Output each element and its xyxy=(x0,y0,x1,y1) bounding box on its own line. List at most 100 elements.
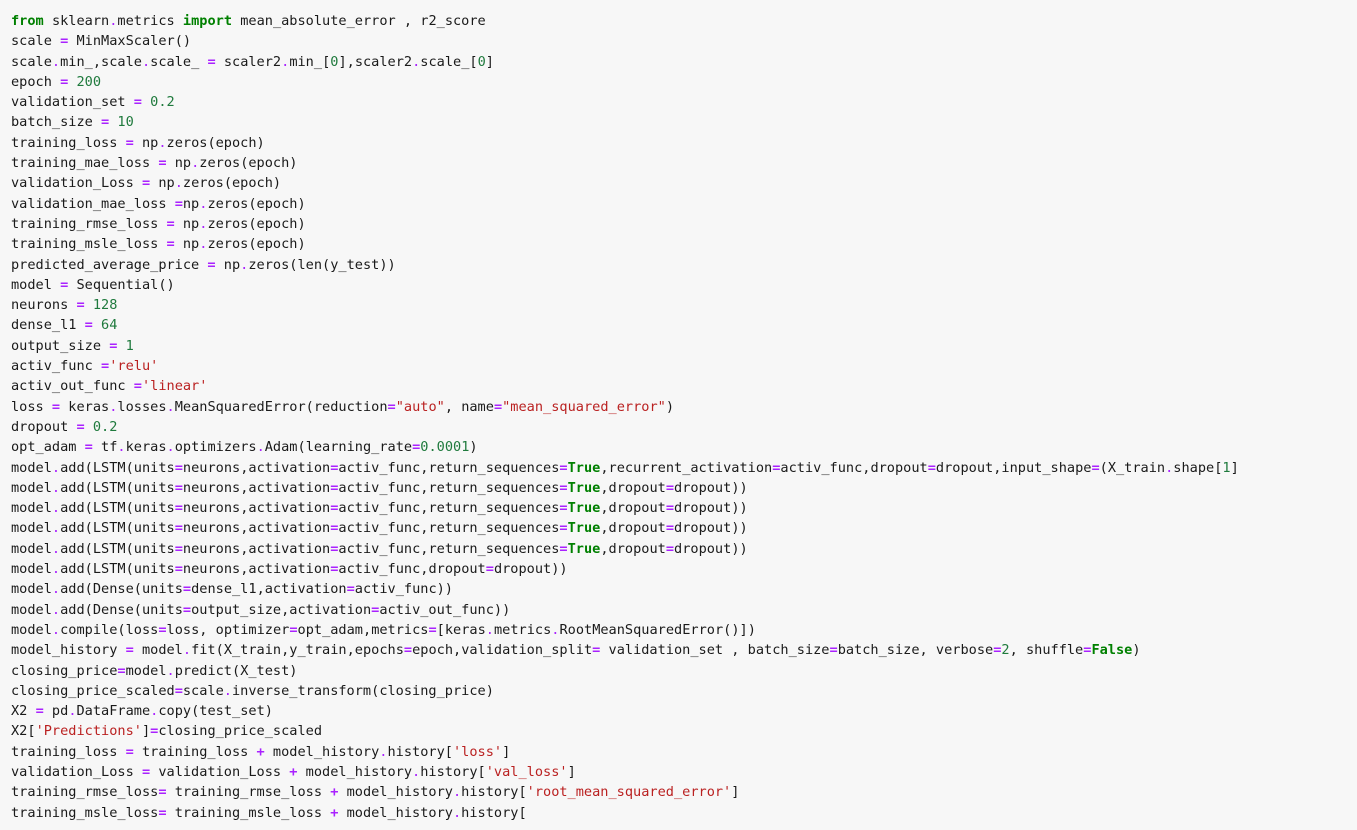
code-token: ( xyxy=(322,256,331,273)
code-line[interactable]: activ_func ='relu' xyxy=(11,356,1357,376)
code-token: = xyxy=(559,479,568,496)
code-token: = xyxy=(125,134,134,151)
code-line[interactable]: model.add(Dense(units=output_size,activa… xyxy=(11,600,1357,620)
code-line-list[interactable]: from sklearn.metrics import mean_absolut… xyxy=(11,11,1357,823)
code-line[interactable]: model = Sequential() xyxy=(11,275,1357,295)
code-line[interactable]: training_loss = np.zeros(epoch) xyxy=(11,133,1357,153)
code-token: , xyxy=(346,642,355,659)
code-token: , xyxy=(256,581,265,598)
code-line[interactable]: validation_mae_loss =np.zeros(epoch) xyxy=(11,194,1357,214)
code-token: add xyxy=(60,520,85,537)
code-token: return_sequences xyxy=(428,540,560,557)
code-token: 'root_mean_squared_error' xyxy=(526,784,732,801)
code-line[interactable]: model.add(LSTM(units=neurons,activation=… xyxy=(11,498,1357,518)
code-line[interactable]: dense_l1 = 64 xyxy=(11,315,1357,335)
code-token: keras xyxy=(60,398,110,415)
code-line[interactable]: closing_price_scaled=scale.inverse_trans… xyxy=(11,681,1357,701)
code-token: opt_adam xyxy=(11,439,85,456)
code-token: X_train xyxy=(223,642,282,659)
code-line[interactable]: epoch = 200 xyxy=(11,72,1357,92)
code-token: ) xyxy=(289,662,298,679)
code-token: activation xyxy=(248,561,331,578)
code-token: np xyxy=(174,236,200,253)
code-token: X2 xyxy=(11,723,28,740)
code-token: activ_func xyxy=(338,479,421,496)
code-line[interactable]: training_rmse_loss= training_rmse_loss +… xyxy=(11,782,1357,802)
code-line[interactable]: model.add(LSTM(units=neurons,activation=… xyxy=(11,458,1357,478)
code-token: activ_func xyxy=(338,561,421,578)
code-token: predict xyxy=(174,662,232,679)
code-token: ] xyxy=(485,53,494,70)
code-line[interactable]: opt_adam = tf.keras.optimizers.Adam(lear… xyxy=(11,437,1357,457)
code-token: LSTM xyxy=(92,500,126,517)
code-line[interactable]: training_rmse_loss = np.zeros(epoch) xyxy=(11,214,1357,234)
code-token: optimizers xyxy=(174,439,257,456)
code-token: units xyxy=(133,459,175,476)
code-token: 64 xyxy=(101,317,118,334)
code-line[interactable]: validation_Loss = validation_Loss + mode… xyxy=(11,762,1357,782)
code-token: training_rmse_loss xyxy=(166,784,331,801)
code-line[interactable]: neurons = 128 xyxy=(11,295,1357,315)
code-token: np xyxy=(166,155,192,172)
code-token: [ xyxy=(444,743,453,760)
code-token: compile xyxy=(60,621,118,638)
code-line[interactable]: predicted_average_price = np.zeros(len(y… xyxy=(11,255,1357,275)
code-line[interactable]: batch_size = 10 xyxy=(11,112,1357,132)
code-token: = xyxy=(141,763,151,780)
code-token: epoch xyxy=(256,215,298,232)
code-token: [ xyxy=(518,804,527,821)
code-token: X_train xyxy=(1107,459,1166,476)
code-token: . xyxy=(51,53,61,70)
code-line[interactable]: scale.min_,scale.scale_ = scaler2.min_[0… xyxy=(11,52,1357,72)
code-line[interactable]: model.add(Dense(units=dense_l1,activatio… xyxy=(11,579,1357,599)
code-token: model_history xyxy=(11,642,126,659)
code-line[interactable]: training_msle_loss = np.zeros(epoch) xyxy=(11,234,1357,254)
code-line[interactable]: model.compile(loss=loss, optimizer=opt_a… xyxy=(11,620,1357,640)
code-token: = xyxy=(158,155,167,172)
code-token: activation xyxy=(264,581,347,598)
code-token: = xyxy=(559,459,568,476)
code-line[interactable]: model.add(LSTM(units=neurons,activation=… xyxy=(11,539,1357,559)
code-token: Dense xyxy=(92,601,134,618)
code-line[interactable]: model_history = model.fit(X_train,y_trai… xyxy=(11,640,1357,660)
code-line[interactable]: closing_price=model.predict(X_test) xyxy=(11,661,1357,681)
code-token: optimizer xyxy=(215,621,290,638)
code-token: Dense xyxy=(92,581,134,598)
code-token: training_loss xyxy=(11,134,126,151)
code-line[interactable]: model.add(LSTM(units=neurons,activation=… xyxy=(11,518,1357,538)
code-line[interactable]: validation_Loss = np.zeros(epoch) xyxy=(11,173,1357,193)
code-token: , xyxy=(1009,642,1026,659)
code-line[interactable]: X2 = pd.DataFrame.copy(test_set) xyxy=(11,701,1357,721)
code-token: 0.0001 xyxy=(420,439,470,456)
code-line[interactable]: X2['Predictions']=closing_price_scaled xyxy=(11,721,1357,741)
code-token: history xyxy=(420,763,478,780)
code-token: training_msle_loss xyxy=(166,804,331,821)
code-token: [ xyxy=(477,763,486,780)
code-token: neurons xyxy=(11,297,77,314)
code-token: loss xyxy=(125,621,159,638)
code-token: r2_score xyxy=(412,13,486,29)
code-line[interactable]: activ_out_func ='linear' xyxy=(11,376,1357,396)
code-line[interactable]: training_mae_loss = np.zeros(epoch) xyxy=(11,153,1357,173)
code-token: . xyxy=(51,540,61,557)
code-token: = xyxy=(158,784,167,801)
code-token: = xyxy=(125,642,134,659)
code-line[interactable]: training_msle_loss= training_msle_loss +… xyxy=(11,803,1357,823)
code-token: activ_func xyxy=(338,520,421,537)
code-line[interactable]: model.add(LSTM(units=neurons,activation=… xyxy=(11,559,1357,579)
code-token: = xyxy=(346,581,355,598)
code-line[interactable]: loss = keras.losses.MeanSquaredError(red… xyxy=(11,397,1357,417)
code-token: Adam xyxy=(264,439,298,456)
code-line[interactable]: scale = MinMaxScaler() xyxy=(11,31,1357,51)
code-token: 1 xyxy=(1222,459,1231,476)
code-editor-cell[interactable]: from sklearn.metrics import mean_absolut… xyxy=(0,0,1357,830)
code-token: ( xyxy=(297,439,306,456)
code-line[interactable]: output_size = 1 xyxy=(11,336,1357,356)
code-line[interactable]: dropout = 0.2 xyxy=(11,417,1357,437)
code-line[interactable]: training_loss = training_loss + model_hi… xyxy=(11,742,1357,762)
code-token: from xyxy=(11,13,44,29)
code-line[interactable]: validation_set = 0.2 xyxy=(11,92,1357,112)
code-line[interactable]: model.add(LSTM(units=neurons,activation=… xyxy=(11,478,1357,498)
code-line[interactable]: from sklearn.metrics import mean_absolut… xyxy=(11,11,1357,31)
